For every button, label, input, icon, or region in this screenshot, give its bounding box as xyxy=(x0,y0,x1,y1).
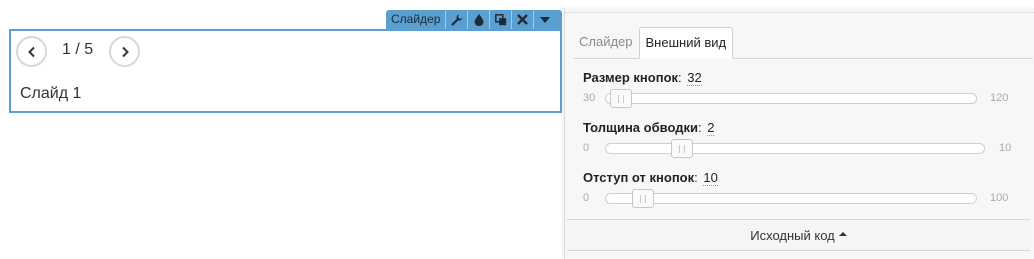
button-size-slider[interactable] xyxy=(605,89,977,108)
border-width-slider[interactable] xyxy=(605,139,985,158)
prop-value[interactable]: 32 xyxy=(687,70,702,86)
panel-tabs: Слайдер Внешний вид xyxy=(573,27,1033,59)
next-slide-button[interactable] xyxy=(109,36,140,67)
slide-content: Слайд 1 xyxy=(20,85,82,102)
slider-handle[interactable] xyxy=(609,89,632,108)
tab-slider[interactable]: Слайдер xyxy=(573,27,639,58)
source-code-toggle[interactable]: Исходный код xyxy=(567,219,1030,251)
button-offset-slider[interactable] xyxy=(605,189,977,208)
properties-panel: Слайдер Внешний вид Размер кнопок: 32 30… xyxy=(564,8,1034,259)
drop-icon[interactable] xyxy=(467,10,489,29)
copy-icon[interactable] xyxy=(489,10,511,29)
range-row: 30 120 xyxy=(583,89,1013,108)
tab-appearance[interactable]: Внешний вид xyxy=(638,27,734,59)
wrench-icon[interactable] xyxy=(445,10,467,29)
toolbar-label[interactable]: Слайдер xyxy=(386,10,445,29)
prop-value[interactable]: 2 xyxy=(707,120,715,136)
prev-slide-button[interactable] xyxy=(16,36,47,67)
prop-value[interactable]: 10 xyxy=(703,170,718,186)
range-max: 120 xyxy=(990,92,1009,104)
slider-widget[interactable]: 1 / 5 Слайд 1 xyxy=(9,29,562,113)
slider-handle[interactable] xyxy=(670,139,693,158)
range-min: 0 xyxy=(583,142,590,154)
range-max: 10 xyxy=(999,142,1012,154)
range-max: 100 xyxy=(990,192,1009,204)
source-code-label: Исходный код xyxy=(750,227,835,243)
slider-handle[interactable] xyxy=(632,189,654,208)
range-row: 0 100 xyxy=(583,189,1013,208)
prop-label: Размер кнопок xyxy=(583,70,679,85)
prop-label: Толщина обводки xyxy=(583,120,698,135)
caret-up-icon xyxy=(838,232,847,236)
prop-button-size: Размер кнопок: 32 30 120 xyxy=(583,70,1013,108)
prop-border-width: Толщина обводки: 2 0 10 xyxy=(583,120,1013,158)
caret-down-icon[interactable] xyxy=(533,10,555,29)
prop-label: Отступ от кнопок xyxy=(583,170,695,185)
range-min: 0 xyxy=(583,192,590,204)
panel-divider xyxy=(565,12,1034,13)
widget-toolbar: Слайдер xyxy=(386,10,562,29)
range-row: 0 10 xyxy=(583,139,1013,158)
range-min: 30 xyxy=(583,92,596,104)
prop-button-offset: Отступ от кнопок: 10 0 100 xyxy=(583,170,1013,208)
slide-counter: 1 / 5 xyxy=(62,41,94,58)
chevron-left-icon xyxy=(27,46,35,57)
chevron-right-icon xyxy=(121,46,129,57)
close-icon[interactable] xyxy=(511,10,533,29)
